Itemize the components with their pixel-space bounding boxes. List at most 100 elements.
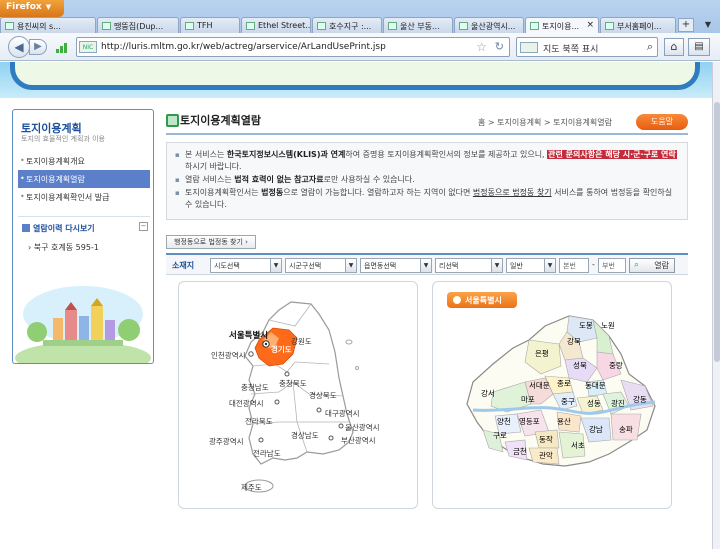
search-engine-icon[interactable] — [520, 42, 538, 53]
firefox-menu-button[interactable]: Firefox ▼ — [0, 0, 64, 17]
reload-icon[interactable]: ↻ — [495, 40, 504, 53]
label-dobong: 도봉 — [579, 321, 593, 330]
toolbar-menu-button[interactable]: ▤ — [688, 38, 710, 56]
history-title: 열람이력 다시보기 — [22, 223, 95, 234]
korea-map-panel: 서울특별시 인천광역시 경기도 강원도 충청남도 충청북도 대전광역시 경상북도… — [178, 281, 418, 509]
label-gangnam: 강남 — [589, 424, 603, 434]
back-button[interactable]: ◀ — [8, 36, 30, 58]
tab-4[interactable]: 호수지구 :... — [312, 17, 382, 33]
tab-6[interactable]: 울산광역시... — [454, 17, 524, 33]
address-search-row: 소재지 시도선택 ▼ 시군구선택 ▼ 읍면동선택 ▼ 리선택 ▼ 일반 ▼ 본번 - 부번… — [166, 253, 688, 275]
favicon-icon — [317, 22, 326, 30]
korea-map[interactable]: 서울특별시 인천광역시 경기도 강원도 충청남도 충청북도 대전광역시 경상북도… — [179, 282, 418, 509]
history-panel: 열람이력 다시보기 − › 북구 호계동 595-1 — [18, 216, 150, 260]
sidebar-item-certificate[interactable]: 토지이용계획확인서 발급 — [18, 188, 150, 206]
collapse-icon[interactable]: − — [139, 222, 148, 231]
favicon-icon — [185, 22, 194, 30]
history-icon — [22, 224, 30, 232]
new-tab-button[interactable]: + — [678, 18, 694, 32]
address-bar[interactable]: NIC http://luris.mltm.go.kr/web/actreg/a… — [76, 37, 510, 57]
chevron-down-icon: ▼ — [420, 259, 431, 272]
label-yangcheon: 양천 — [497, 416, 511, 426]
sidebar-item-overview[interactable]: 토지이용계획개요 — [18, 152, 150, 170]
eupmyeondong-select[interactable]: 읍면동선택 ▼ — [360, 258, 432, 273]
label-chungbuk: 충청북도 — [279, 379, 307, 388]
label-seongbuk: 성북 — [573, 361, 587, 370]
bubeon-input[interactable]: 부번 — [598, 258, 626, 273]
help-button[interactable]: 도움말 — [636, 114, 688, 130]
label-gangseo: 강서 — [481, 388, 495, 398]
chevron-down-icon: ▼ — [345, 259, 356, 272]
bonbeon-input[interactable]: 본번 — [559, 258, 589, 273]
label-daejeon: 대전광역시 — [229, 398, 264, 408]
label-gangdong: 강동 — [633, 394, 647, 404]
bookmark-star-icon[interactable]: ☆ — [476, 40, 487, 54]
favicon-icon — [605, 22, 614, 30]
view-button[interactable]: ⌕ 열람 — [629, 258, 675, 273]
scrollbar-thumb[interactable] — [714, 102, 720, 362]
label-dongjak: 동작 — [539, 434, 553, 444]
tab-1[interactable]: 땡뚱집(Dup... — [97, 17, 179, 33]
label-jeonbuk: 전라북도 — [245, 416, 273, 426]
search-icon[interactable]: ⌕ — [647, 40, 653, 54]
label-chungnam: 충청남도 — [241, 383, 269, 392]
find-legal-dong-button[interactable]: 행정동으로 법정동 찾기 › — [166, 235, 256, 249]
sidebar-illustration — [15, 286, 151, 363]
favicon-icon — [5, 22, 14, 30]
signal-icon — [56, 43, 70, 53]
sigungu-select[interactable]: 시군구선택 ▼ — [285, 258, 357, 273]
page-scrollbar[interactable] — [712, 62, 720, 549]
search-input[interactable]: 지도 북쪽 표시 — [543, 42, 598, 55]
label-dongdaemun: 동대문 — [585, 381, 606, 390]
tab-strip: 용진씨의 s... 땡뚱집(Dup... TFH Ethel Street...… — [0, 17, 720, 34]
tab-list-button[interactable]: ▼ — [700, 18, 716, 32]
label-songpa: 송파 — [619, 425, 633, 434]
label-ulsan: 울산광역시 — [345, 422, 380, 432]
url-text[interactable]: http://luris.mltm.go.kr/web/actreg/arser… — [101, 42, 386, 52]
browser-titlebar: Firefox ▼ 용진씨의 s... 땡뚱집(Dup... TFH Ethel … — [0, 0, 720, 34]
label-gwanak: 관악 — [539, 450, 553, 460]
notice-box: 본 서비스는 한국토지정보시스템(KLIS)과 연계하여 증명용 토지이용계획확… — [166, 142, 688, 220]
label-eunpyeong: 은평 — [535, 348, 549, 358]
label-gyeonggi: 경기도 — [271, 344, 292, 354]
tab-7-active[interactable]: 토지이용... × — [525, 17, 599, 34]
history-item[interactable]: › 북구 호계동 595-1 — [28, 242, 99, 253]
tab-2[interactable]: TFH — [180, 17, 240, 33]
site-identity-icon[interactable]: NIC — [79, 41, 97, 53]
tab-8[interactable]: 부서홈페이... — [600, 17, 676, 33]
ri-select[interactable]: 리선택 ▼ — [435, 258, 503, 273]
tab-0[interactable]: 용진씨의 s... — [0, 17, 96, 33]
label-yongsan: 용산 — [557, 416, 571, 426]
forward-button[interactable]: ▶ — [29, 39, 47, 55]
tab-5[interactable]: 울산 부동... — [383, 17, 453, 33]
label-geumcheon: 금천 — [513, 446, 527, 456]
search-icon: ⌕ — [634, 260, 640, 270]
favicon-icon — [459, 22, 468, 30]
sidebar-item-view[interactable]: 토지이용계획열람 — [18, 170, 150, 188]
seoul-map-tag: 서울특별시 — [447, 292, 517, 308]
seoul-map[interactable]: 도봉 노원 강북 은평 성북 중랑 종로 동대문 서대문 중구 마포 강서 성동… — [433, 282, 672, 509]
sido-select[interactable]: 시도선택 ▼ — [210, 258, 282, 273]
label-incheon: 인천광역시 — [211, 350, 246, 360]
label-gwangju: 광주광역시 — [209, 436, 244, 446]
close-tab-icon[interactable]: × — [586, 20, 594, 30]
label-mapo: 마포 — [521, 395, 535, 404]
chevron-down-icon: ▼ — [491, 259, 502, 272]
favicon-icon — [388, 22, 397, 30]
label-jung: 중구 — [561, 397, 575, 406]
home-button[interactable]: ⌂ — [664, 38, 684, 56]
label-jeju: 제주도 — [241, 483, 262, 492]
search-bar[interactable]: 지도 북쪽 표시 ⌕ — [516, 37, 658, 57]
label-gyeongnam: 경상남도 — [291, 430, 319, 440]
favicon-icon — [102, 22, 111, 30]
label-nowon: 노원 — [601, 321, 615, 330]
chevron-down-icon: ▼ — [544, 259, 555, 272]
site-header-banner — [0, 62, 712, 98]
label-jongno: 종로 — [557, 379, 571, 388]
tab-3[interactable]: Ethel Street... — [241, 17, 311, 33]
sidebar-menu: 토지이용계획개요 토지이용계획열람 토지이용계획확인서 발급 — [18, 152, 150, 206]
label-gwangjin: 광진 — [611, 398, 625, 408]
label-yeongdeungpo: 영등포 — [519, 416, 540, 426]
land-type-select[interactable]: 일반 ▼ — [506, 258, 556, 273]
find-dong-link[interactable]: 법정동으로 법정동 찾기 — [473, 188, 552, 197]
